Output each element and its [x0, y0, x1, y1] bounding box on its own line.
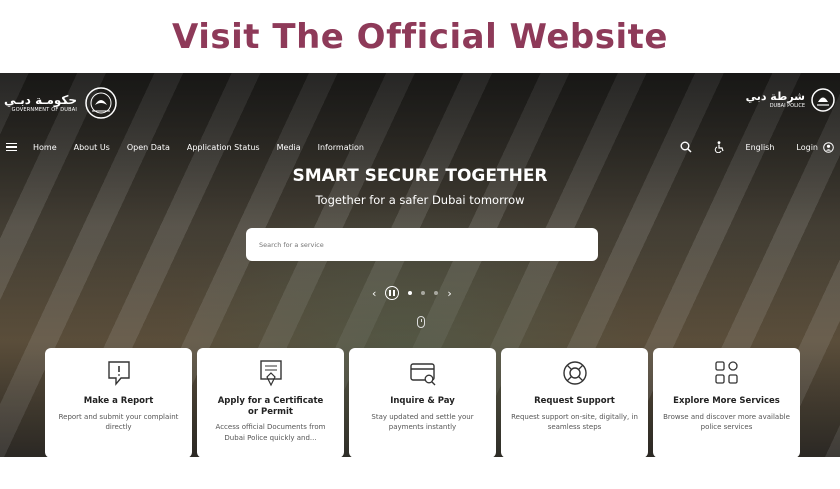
card-description: Request support on-site, digitally, in s…	[511, 412, 638, 432]
gov-logo-arabic: حكومـة دبـي	[4, 92, 78, 107]
certificate-icon	[259, 360, 282, 387]
card-make-a-report[interactable]: Make a Report Report and submit your com…	[45, 348, 192, 457]
hero-carousel-controls: ‹ ›	[372, 284, 452, 302]
card-request-support[interactable]: Request Support Request support on-site,…	[501, 348, 648, 457]
card-title: Explore More Services	[673, 396, 780, 406]
card-title: Apply for a Certificate or Permit	[217, 396, 324, 417]
banner: Visit The Official Website	[0, 0, 840, 73]
payment-icon	[409, 363, 435, 386]
carousel-next-button[interactable]: ›	[447, 287, 451, 300]
service-search-input[interactable]	[257, 239, 561, 250]
user-icon	[823, 141, 834, 153]
support-icon	[562, 361, 587, 385]
carousel-dot-1[interactable]	[408, 291, 413, 295]
nav-information[interactable]: Information	[318, 143, 364, 152]
carousel-prev-button[interactable]: ‹	[372, 287, 376, 300]
card-description: Stay updated and settle your payments in…	[371, 412, 474, 432]
card-explore-more-services[interactable]: Explore More Services Browse and discove…	[653, 348, 800, 457]
police-emblem-icon	[811, 88, 835, 112]
language-toggle[interactable]: English	[746, 143, 775, 152]
scroll-mouse-icon[interactable]	[417, 316, 425, 328]
police-logo-english: DUBAI POLICE	[769, 103, 805, 109]
grid-icon	[714, 361, 738, 384]
carousel-dot-3[interactable]	[434, 291, 439, 295]
card-description: Access official Documents from Dubai Pol…	[215, 423, 326, 442]
accessibility-icon[interactable]	[714, 141, 724, 153]
nav-home[interactable]: Home	[33, 143, 57, 152]
service-cards: Make a Report Report and submit your com…	[45, 348, 800, 457]
search-icon[interactable]	[680, 141, 692, 153]
banner-title: Visit The Official Website	[172, 16, 668, 57]
hamburger-menu-icon[interactable]	[6, 142, 17, 152]
card-description: Report and submit your complaint directl…	[58, 412, 179, 432]
main-nav: Home About Us Open Data Application Stat…	[0, 133, 840, 161]
card-inquire-and-pay[interactable]: Inquire & Pay Stay updated and settle yo…	[349, 348, 496, 457]
hero-title: SMART SECURE TOGETHER	[292, 166, 548, 186]
dubai-police-logo[interactable]: شرطة دبي DUBAI POLICE	[746, 87, 836, 113]
login-label: Login	[796, 142, 818, 152]
service-search-box[interactable]	[246, 228, 598, 261]
nav-media[interactable]: Media	[277, 143, 301, 152]
carousel-pause-icon[interactable]	[385, 286, 400, 300]
gov-logo-english: GOVERNMENT OF DUBAI	[11, 106, 78, 113]
carousel-dot-2[interactable]	[421, 291, 426, 295]
top-header: حكومـة دبـي GOVERNMENT OF DUBAI شرطة دبي…	[0, 73, 840, 133]
login-button[interactable]: Login	[796, 141, 834, 153]
card-apply-certificate[interactable]: Apply for a Certificate or Permit Access…	[197, 348, 344, 457]
card-description: Browse and discover more available polic…	[663, 412, 790, 432]
nav-about-us[interactable]: About Us	[74, 143, 110, 152]
card-title: Inquire & Pay	[390, 396, 455, 406]
government-of-dubai-logo[interactable]: حكومـة دبـي GOVERNMENT OF DUBAI	[4, 85, 119, 121]
card-title: Request Support	[534, 396, 615, 406]
nav-open-data[interactable]: Open Data	[127, 143, 170, 152]
report-icon	[107, 361, 130, 386]
card-title: Make a Report	[83, 396, 154, 406]
dubai-emblem-icon	[85, 87, 117, 119]
website-screenshot: حكومـة دبـي GOVERNMENT OF DUBAI شرطة دبي…	[0, 73, 840, 457]
police-logo-arabic: شرطة دبي	[745, 90, 805, 103]
nav-application-status[interactable]: Application Status	[187, 143, 260, 152]
hero-subtitle: Together for a safer Dubai tomorrow	[315, 193, 525, 207]
